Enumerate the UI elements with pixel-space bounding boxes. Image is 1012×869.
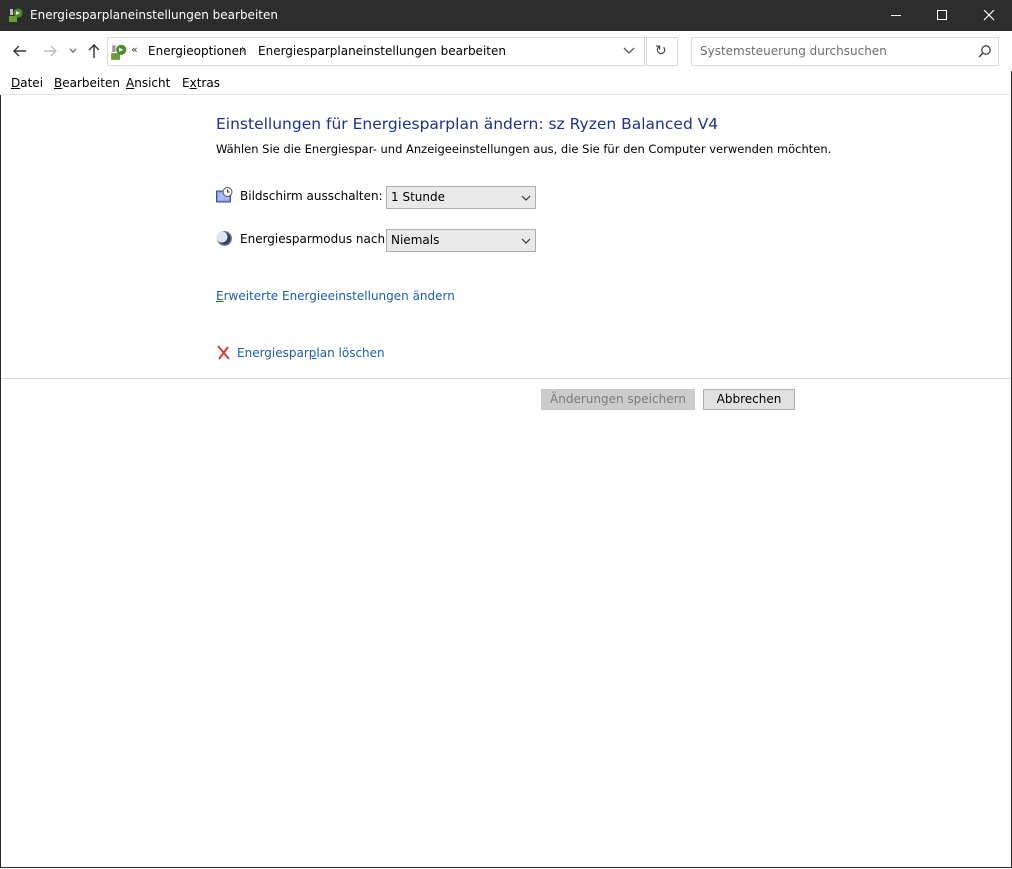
refresh-icon: ↻	[655, 43, 667, 59]
refresh-button[interactable]: ↻	[646, 37, 678, 66]
menu-label: E	[182, 76, 190, 90]
link-label: Energiespar	[237, 346, 309, 360]
breadcrumb-current[interactable]: Energiesparplaneinstellungen bearbeiten	[258, 44, 506, 58]
menu-ansicht[interactable]: Ansicht	[126, 76, 170, 90]
menu-hotkey: B	[54, 76, 63, 90]
menu-hotkey: D	[11, 76, 21, 90]
back-arrow-icon[interactable]	[10, 41, 30, 61]
chevron-down-icon	[521, 238, 531, 244]
recent-locations-chevron-icon[interactable]	[67, 41, 79, 61]
power-options-icon	[9, 8, 23, 22]
display-off-value: 1 Stunde	[391, 190, 445, 204]
advanced-settings-link[interactable]: Erweiterte Energieeinstellungen ändern	[216, 289, 455, 303]
breadcrumb-separator[interactable]: ›	[241, 42, 246, 56]
minimize-button[interactable]	[873, 0, 919, 31]
menu-bar: Datei Bearbeiten Ansicht Extras	[0, 71, 1010, 95]
search-icon[interactable]	[978, 44, 992, 58]
menu-bearbeiten[interactable]: Bearbeiten	[54, 76, 120, 90]
menu-label: tras	[196, 76, 220, 90]
menu-label: earbeiten	[62, 76, 120, 90]
up-arrow-icon[interactable]	[84, 41, 104, 61]
minimize-icon	[891, 15, 901, 16]
close-button[interactable]	[966, 0, 1012, 31]
maximize-button[interactable]	[919, 0, 965, 31]
close-icon	[983, 10, 995, 21]
display-off-label: Bildschirm ausschalten:	[240, 189, 383, 203]
link-hotkey: E	[216, 289, 224, 303]
link-label: rweiterte Energieeinstellungen ändern	[223, 289, 455, 303]
page-description: Wählen Sie die Energiespar- und Anzeigee…	[216, 142, 832, 156]
menu-label: nsicht	[134, 76, 171, 90]
delete-x-icon	[217, 345, 230, 360]
navigation-bar: « Energieoptionen › Energiesparplaneinst…	[0, 31, 1012, 71]
sleep-select[interactable]: Niemals	[386, 229, 536, 252]
monitor-clock-icon	[216, 187, 233, 203]
link-label: lan löschen	[316, 346, 385, 360]
search-input[interactable]	[700, 43, 960, 59]
save-changes-button[interactable]: Änderungen speichern	[541, 389, 695, 410]
window-title: Energiesparplaneinstellungen bearbeiten	[30, 8, 278, 22]
menu-datei[interactable]: Datei	[11, 76, 43, 90]
divider	[1, 378, 1010, 379]
sleep-label: Energiesparmodus nach:	[240, 232, 390, 246]
address-dropdown-chevron-icon[interactable]	[623, 46, 635, 56]
maximize-icon	[937, 10, 947, 20]
power-options-icon	[111, 44, 127, 60]
menu-hotkey: x	[189, 76, 197, 90]
display-off-select[interactable]: 1 Stunde	[386, 186, 536, 209]
delete-plan-link[interactable]: Energiesparplan löschen	[237, 346, 385, 360]
menu-hotkey: A	[126, 76, 135, 90]
title-bar: Energiesparplaneinstellungen bearbeiten	[0, 0, 1012, 31]
chevron-down-icon	[521, 195, 531, 201]
menu-label: atei	[20, 76, 44, 90]
sleep-value: Niemals	[391, 233, 440, 247]
breadcrumb-overflow[interactable]: «	[131, 43, 138, 56]
search-box[interactable]	[691, 37, 999, 66]
breadcrumb-energieoptionen[interactable]: Energieoptionen	[148, 44, 247, 58]
page-title: Einstellungen für Energiesparplan ändern…	[216, 115, 719, 133]
cancel-button[interactable]: Abbrechen	[703, 389, 795, 410]
forward-arrow-icon[interactable]	[40, 41, 60, 61]
moon-icon	[216, 231, 232, 246]
address-bar[interactable]: « Energieoptionen › Energiesparplaneinst…	[107, 37, 645, 66]
menu-extras[interactable]: Extras	[182, 76, 220, 90]
